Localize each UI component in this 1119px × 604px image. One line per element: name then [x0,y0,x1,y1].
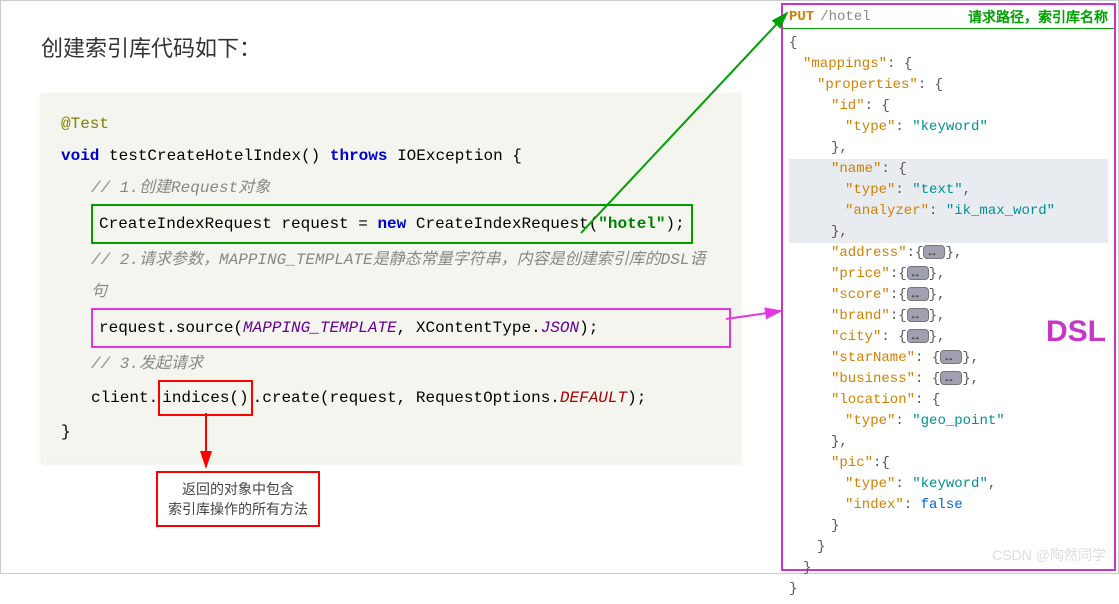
exception-name: IOException { [397,147,522,165]
heading: 创建索引库代码如下： [41,31,741,63]
request-path: /hotel [820,9,870,25]
callout-line-2: 索引库操作的所有方法 [168,499,308,519]
dsl-label: DSL [1046,309,1106,354]
dsl-header: PUT /hotel 请求路径，索引库名称 [783,5,1114,29]
fold-icon[interactable] [907,287,929,301]
watermark: CSDN @陶然同学 [992,545,1106,565]
java-code-block: @Test void testCreateHotelIndex() throws… [41,93,741,463]
fold-icon[interactable] [907,329,929,343]
kw-throws: throws [330,147,388,165]
create-request-line: CreateIndexRequest request = new CreateI… [91,204,693,244]
indices-call: indices() [158,380,252,416]
request-source-line: request.source(MAPPING_TEMPLATE, XConten… [91,308,731,348]
callout-box: 返回的对象中包含 索引库操作的所有方法 [156,471,320,527]
fold-icon[interactable] [940,350,962,364]
header-note: 请求路径，索引库名称 [968,7,1108,27]
comment-3: // 3.发起请求 [91,355,203,373]
close-brace: } [61,423,71,441]
left-panel: 创建索引库代码如下： @Test void testCreateHotelInd… [1,1,781,573]
fold-icon[interactable] [940,371,962,385]
kw-void: void [61,147,99,165]
annotation: @Test [61,115,109,133]
callout-line-1: 返回的对象中包含 [168,479,308,499]
method-name: testCreateHotelIndex() [109,147,320,165]
fold-icon[interactable] [907,308,929,322]
fold-icon[interactable] [923,245,945,259]
fold-icon[interactable] [907,266,929,280]
right-panel: PUT /hotel 请求路径，索引库名称 { "mappings": { "p… [781,3,1116,571]
comment-1: // 1.创建Request对象 [91,179,270,197]
http-method: PUT [789,9,814,25]
comment-2: // 2.请求参数，MAPPING_TEMPLATE是静态常量字符串，内容是创建… [91,251,705,301]
dsl-json: { "mappings": { "properties": { "id": { … [783,29,1114,604]
